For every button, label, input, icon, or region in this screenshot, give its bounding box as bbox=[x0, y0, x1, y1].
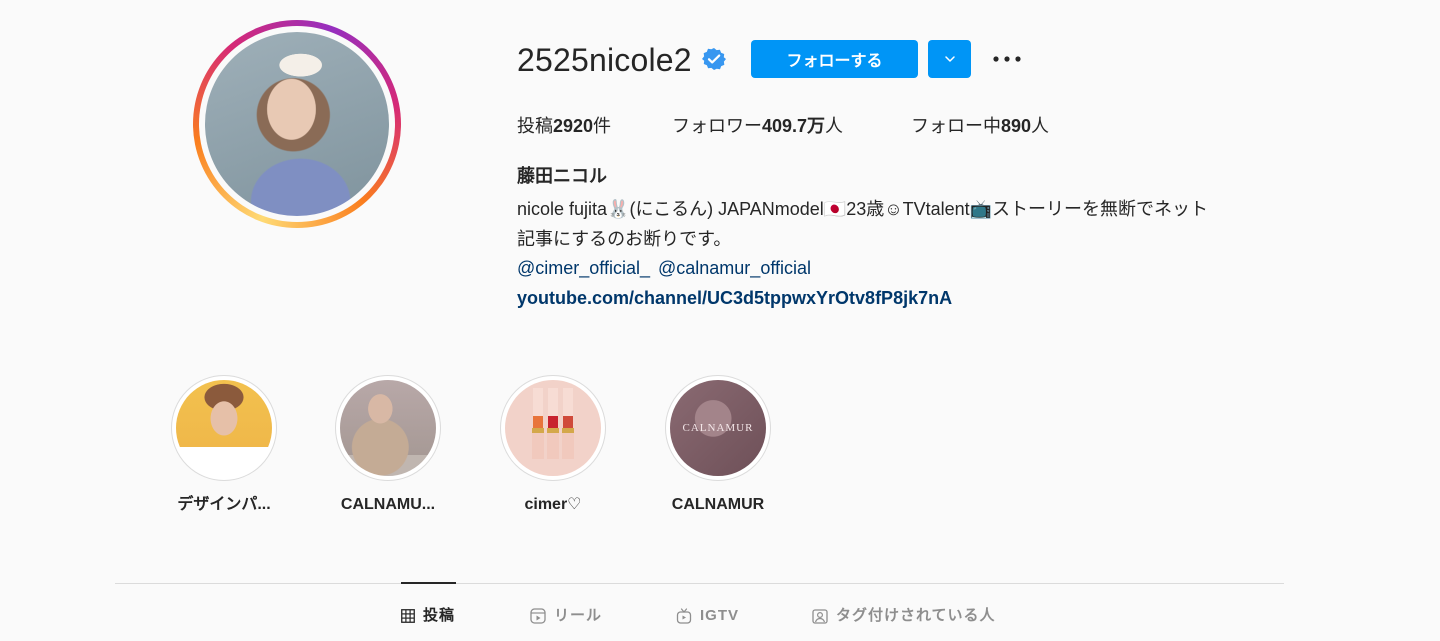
story-highlight[interactable]: デザインパ... bbox=[154, 375, 294, 515]
profile-bio: nicole fujita🐰(にこるん) JAPANmodel🇯🇵23歳☺︎TV… bbox=[517, 194, 1287, 254]
following-label: フォロー中 bbox=[911, 116, 1001, 136]
highlight-label: cimer♡ bbox=[524, 496, 582, 513]
story-highlight[interactable]: cimer♡ bbox=[483, 375, 623, 515]
highlight-ring bbox=[500, 375, 606, 481]
lipstick-image bbox=[532, 388, 574, 459]
followers-unit: 人 bbox=[825, 116, 844, 136]
posts-value: 2920 bbox=[553, 116, 594, 136]
highlight-thumbnail bbox=[176, 380, 272, 476]
highlight-thumbnail bbox=[505, 380, 601, 476]
follow-button[interactable]: フォローする bbox=[751, 40, 918, 78]
profile-username: 2525nicole2 bbox=[517, 42, 692, 78]
tab-reels[interactable]: リール bbox=[530, 606, 602, 626]
highlight-label: デザインパ... bbox=[177, 496, 271, 513]
avatar[interactable] bbox=[205, 32, 389, 216]
highlight-thumbnail: CALNAMUR bbox=[670, 380, 766, 476]
profile-avatar-ring[interactable] bbox=[193, 20, 401, 228]
following-value: 890 bbox=[1001, 116, 1032, 136]
tab-posts[interactable]: 投稿 bbox=[401, 606, 455, 626]
tab-label: タグ付けされている人 bbox=[836, 607, 996, 624]
suggestions-dropdown-button[interactable] bbox=[928, 40, 971, 78]
bio-line: nicole fujita🐰(にこるん) JAPANmodel🇯🇵23歳☺︎TV… bbox=[517, 199, 1209, 219]
following-unit: 人 bbox=[1031, 116, 1050, 136]
reels-icon bbox=[530, 608, 546, 624]
posts-unit: 件 bbox=[593, 116, 612, 136]
verified-badge-icon bbox=[702, 48, 726, 70]
igtv-icon bbox=[676, 608, 692, 624]
followers-count[interactable]: フォロワー409.7万人 bbox=[672, 114, 843, 138]
chevron-down-icon bbox=[944, 56, 955, 62]
tab-label: IGTV bbox=[700, 607, 740, 624]
highlight-overlay-text: CALNAMUR bbox=[682, 422, 754, 434]
ellipsis-icon bbox=[993, 56, 1021, 62]
tagged-icon bbox=[812, 609, 828, 624]
tab-label: 投稿 bbox=[423, 607, 456, 624]
more-options-button[interactable] bbox=[990, 44, 1024, 74]
followers-value: 409.7万 bbox=[762, 116, 826, 136]
highlight-ring bbox=[171, 375, 277, 481]
grid-icon bbox=[401, 609, 415, 623]
highlight-thumbnail bbox=[340, 380, 436, 476]
active-tab-indicator bbox=[401, 582, 456, 584]
avatar-frame bbox=[199, 26, 395, 222]
posts-label: 投稿 bbox=[517, 116, 553, 136]
highlight-ring bbox=[335, 375, 441, 481]
highlight-ring: CALNAMUR bbox=[665, 375, 771, 481]
highlight-label: CALNAMU... bbox=[340, 496, 436, 513]
story-highlight[interactable]: CALNAMUR CALNAMUR bbox=[648, 375, 788, 515]
bio-mentions: @cimer_official_ @calnamur_official bbox=[517, 255, 819, 281]
tab-igtv[interactable]: IGTV bbox=[676, 606, 739, 626]
highlight-label: CALNAMUR bbox=[671, 496, 765, 513]
story-highlight[interactable]: CALNAMU... bbox=[318, 375, 458, 515]
tabs-divider bbox=[115, 583, 1284, 584]
mention-link-calnamur[interactable]: @calnamur_official bbox=[658, 258, 811, 278]
following-count[interactable]: フォロー中890人 bbox=[911, 114, 1049, 138]
bio-line: 記事にするのお断りです。 bbox=[517, 229, 732, 249]
tab-label: リール bbox=[554, 607, 603, 624]
mention-link-cimer[interactable]: @cimer_official_ bbox=[517, 258, 650, 278]
followers-label: フォロワー bbox=[672, 116, 762, 136]
profile-website-link[interactable]: youtube.com/channel/UC3d5tppwxYrOtv8fP8j… bbox=[517, 285, 952, 311]
posts-count: 投稿2920件 bbox=[517, 114, 611, 138]
profile-fullname: 藤田ニコル bbox=[517, 166, 607, 186]
tab-tagged[interactable]: タグ付けされている人 bbox=[812, 606, 996, 626]
